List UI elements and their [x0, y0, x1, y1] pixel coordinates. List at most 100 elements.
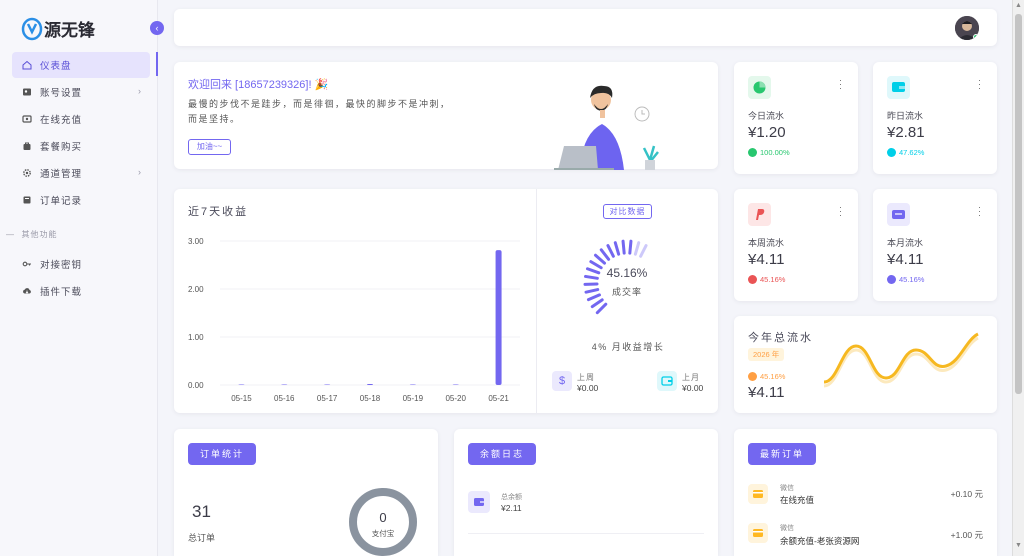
x-tick-label: 05-15 — [231, 394, 252, 403]
compare-data-button[interactable]: 对比数据 — [603, 204, 652, 219]
gauge-tick — [595, 302, 608, 315]
gauge-tick — [613, 241, 621, 256]
nav-item-api-keys[interactable]: 对接密钥 — [12, 251, 150, 277]
gear-icon — [22, 168, 32, 178]
annual-total-card: 今年总流水 2026 年 45.16% ¥4.11 — [734, 316, 997, 413]
stat-percentage: 100.00% — [748, 148, 790, 157]
order-name: 在线充值 — [780, 495, 815, 505]
wallet-icon — [22, 114, 32, 124]
donut-label: 支付宝 — [371, 529, 395, 538]
pie-chart-icon — [748, 76, 771, 99]
order-channel: 微信 — [780, 485, 794, 492]
nav-item-recharge[interactable]: 在线充值 — [12, 106, 150, 132]
stat-card-month: · · · 本月流水 ¥4.11 45.16% — [873, 189, 997, 301]
balance-log-title: 余额日志 — [468, 443, 537, 465]
cheer-button[interactable]: 加油~~ — [188, 139, 231, 155]
gauge-tick — [584, 288, 600, 294]
scroll-down-icon[interactable]: ▼ — [1015, 542, 1022, 549]
stat-label: 昨日流水 — [887, 111, 924, 121]
order-count: 31 — [192, 502, 211, 521]
scrollbar-thumb[interactable] — [1015, 14, 1022, 394]
more-vertical-icon[interactable]: · · · — [839, 76, 842, 93]
order-name: 余额充值-老张资源网 — [780, 536, 860, 546]
nav-item-orders[interactable]: 订单记录 — [12, 187, 150, 213]
nav-item-plugin-download[interactable]: 插件下载 — [12, 278, 150, 304]
nav-item-channels[interactable]: 通道管理 › — [12, 160, 150, 186]
trend-icon — [748, 372, 757, 381]
gauge-label: 成交率 — [611, 287, 642, 297]
nav-item-label: 套餐购买 — [40, 142, 83, 153]
gauge-tick — [599, 248, 611, 261]
annual-total-value: ¥4.11 — [748, 384, 785, 401]
revenue-card: 近7天收益 0.00 1.00 2.00 3.00 05-15 05-16 05-17 05-… — [174, 189, 718, 413]
wallet-card-icon — [887, 203, 910, 226]
nav-item-label: 账号设置 — [40, 88, 83, 99]
chart-bar[interactable] — [367, 384, 373, 385]
chart-bar[interactable] — [409, 384, 416, 386]
stat-label: 今日流水 — [748, 111, 785, 121]
top-navbar — [174, 9, 997, 46]
welcome-card: 欢迎回来 [18657239326]! 🎉 最慢的步伐不是跬步，而是徘徊，最快的… — [174, 62, 718, 170]
wechat-pay-icon — [748, 523, 768, 543]
latest-orders-title: 最新订单 — [748, 443, 817, 465]
stat-value: ¥4.11 — [748, 251, 785, 268]
nav-section-title: — 其他功能 — [6, 230, 58, 239]
nav-item-packages[interactable]: 套餐购买 — [12, 133, 150, 159]
page-scrollbar[interactable]: ▲ ▼ — [1012, 0, 1024, 556]
chart-bar[interactable] — [238, 384, 245, 386]
user-card-icon — [22, 87, 32, 97]
nav-item-account-settings[interactable]: 账号设置 › — [12, 79, 150, 105]
brand-logo[interactable]: 源无锋 — [20, 14, 112, 44]
stat-card-today: · · · 今日流水 ¥1.20 100.00% — [734, 62, 858, 174]
annual-trend-line — [823, 332, 979, 388]
nav-item-dashboard[interactable]: 仪表盘 — [12, 52, 150, 78]
gauge-tick — [639, 244, 648, 258]
scroll-up-icon[interactable]: ▲ — [1015, 2, 1022, 9]
annual-percentage: 45.16% — [748, 372, 785, 381]
chart-bar[interactable] — [324, 384, 331, 386]
active-indicator — [156, 52, 158, 76]
x-tick-label: 05-19 — [403, 394, 424, 403]
donut-value: 0 — [379, 510, 387, 525]
y-tick-label: 0.00 — [188, 381, 204, 390]
user-avatar[interactable] — [955, 16, 979, 40]
nav-item-label: 订单记录 — [40, 196, 83, 207]
trend-icon — [748, 148, 757, 157]
last-week-value: ¥0.00 — [577, 383, 599, 393]
trend-icon — [887, 148, 896, 157]
stat-percentage: 47.62% — [887, 148, 924, 157]
y-tick-label: 3.00 — [188, 237, 204, 246]
gauge-tick — [593, 253, 606, 265]
stat-value: ¥1.20 — [748, 124, 786, 141]
last-week-label: 上周 — [577, 373, 595, 382]
more-vertical-icon[interactable]: · · · — [978, 203, 981, 220]
monthly-growth-text: 4% 月收益增长 — [591, 342, 665, 352]
x-tick-label: 05-16 — [274, 394, 295, 403]
chart-bar[interactable] — [281, 384, 288, 386]
conversion-gauge — [583, 239, 648, 315]
order-stats-card: 订单统计 31 总订单 0 支付宝 — [174, 429, 438, 556]
wallet-icon — [657, 371, 677, 391]
gauge-value: 45.16% — [606, 266, 648, 280]
x-tick-label: 05-20 — [445, 394, 466, 403]
welcome-quote: 最慢的步伐不是跬步，而是徘徊，最快的脚步不是冲刺， 而是坚持。 — [188, 99, 451, 124]
more-vertical-icon[interactable]: · · · — [839, 203, 842, 220]
chart-bar[interactable] — [452, 384, 459, 386]
stat-label: 本月流水 — [887, 238, 924, 248]
home-icon — [22, 60, 32, 70]
document-icon — [22, 195, 32, 205]
order-count-label: 总订单 — [188, 533, 216, 543]
stat-card-week: · · · 本周流水 ¥4.11 45.16% — [734, 189, 858, 301]
chart-bar[interactable] — [495, 250, 502, 385]
dollar-icon: $ — [552, 371, 572, 391]
sidebar: 源无锋 仪表盘 账号设置 › 在线充值 套餐购买 通道管理 › 订单记录 — 其… — [0, 0, 158, 556]
stat-value: ¥2.81 — [887, 124, 925, 141]
y-tick-label: 1.00 — [188, 333, 204, 342]
nav-item-label: 对接密钥 — [40, 260, 83, 271]
balance-label: 总余额 — [501, 494, 522, 501]
shopping-bag-icon — [22, 141, 32, 151]
order-stats-title: 订单统计 — [188, 443, 257, 465]
trend-icon — [887, 275, 896, 284]
more-vertical-icon[interactable]: · · · — [978, 76, 981, 93]
collapse-sidebar-button[interactable]: ‹ — [150, 21, 164, 35]
